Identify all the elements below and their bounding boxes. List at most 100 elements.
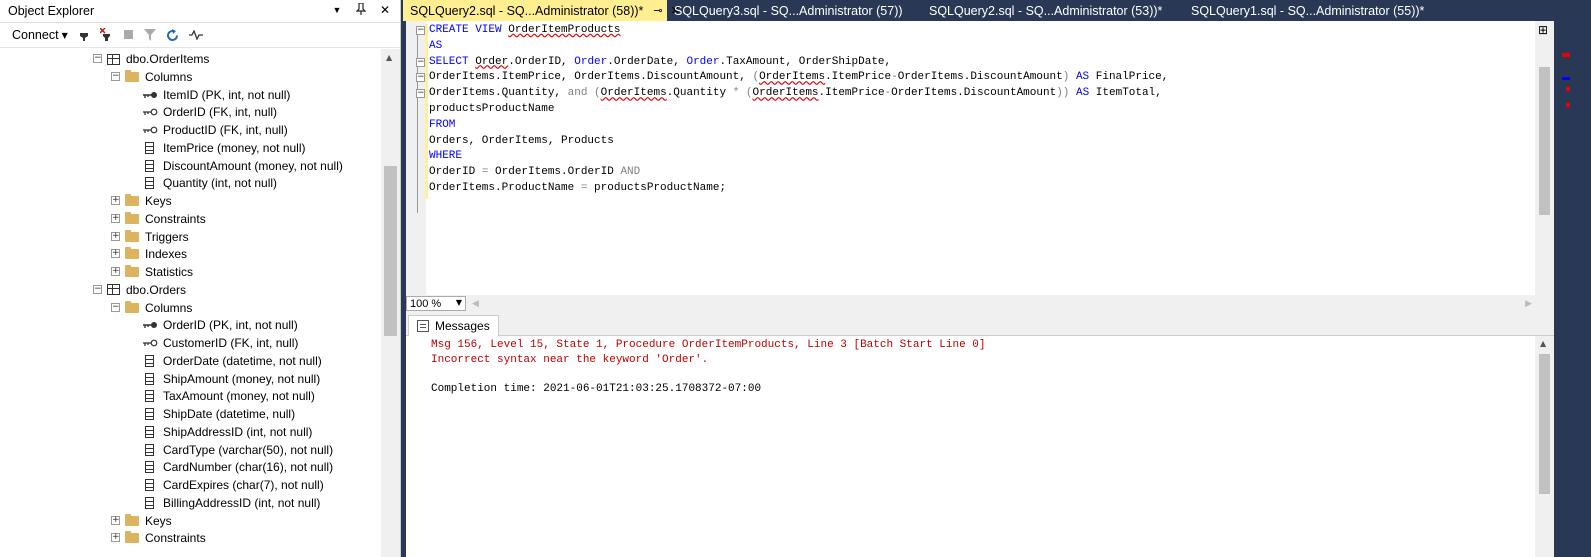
scrollbar-thumb[interactable] (384, 166, 397, 336)
tab-sqlquery3-57[interactable]: SQLQuery3.sql - SQ...Administrator (57)) (667, 0, 903, 21)
expand-icon[interactable]: + (111, 515, 120, 525)
code-token: OrderItems.Quantity, (429, 87, 568, 100)
code-line[interactable]: − OrderItems.Quantity, and (OrderItems.Qu… (416, 86, 1168, 102)
tree-node-folder[interactable]: + Constraints (111, 529, 206, 547)
tree-node-column[interactable]: ShipDate (datetime, null) (143, 405, 295, 423)
tab-sqlquery1-55[interactable]: SQLQuery1.sql - SQ...Administrator (55))… (1184, 0, 1424, 21)
query-editor[interactable]: − CREATE VIEW OrderItemProducts AS − SELECT … (406, 21, 1554, 295)
tree-node-column[interactable]: DiscountAmount (money, not null) (143, 157, 343, 175)
split-window-icon[interactable]: ⊞ (1538, 23, 1548, 37)
expand-icon[interactable]: + (111, 196, 120, 205)
collapse-icon[interactable]: − (93, 284, 102, 294)
tree-node-folder[interactable]: − Columns (111, 299, 192, 317)
code-token: OrderItemProducts (508, 24, 621, 36)
tree-node-column[interactable]: ShipAmount (money, not null) (143, 370, 320, 388)
tree-node-folder[interactable]: + Keys (111, 512, 172, 530)
tab-messages[interactable]: Messages (408, 315, 499, 336)
tree-node-folder[interactable]: + Keys (111, 192, 172, 210)
tree-node-label: Triggers (145, 229, 189, 244)
expand-icon[interactable]: + (111, 213, 120, 223)
fold-collapse-icon[interactable]: − (416, 73, 425, 83)
tree-node-column[interactable]: ShipAddressID (int, not null) (143, 423, 312, 441)
tree-node-folder[interactable]: + Constraints (111, 210, 206, 228)
tree-node-column[interactable]: OrderID (PK, int, not null) (143, 316, 298, 334)
scrollbar-thumb[interactable] (1539, 67, 1550, 215)
tree-node-label: CustomerID (FK, int, null) (163, 336, 299, 350)
tree-node-folder[interactable]: + Indexes (111, 245, 187, 263)
expand-icon[interactable]: + (111, 249, 120, 259)
code-line[interactable]: − SELECT Order.OrderID, Order.OrderDate, … (416, 55, 1168, 71)
tab-pin-icon[interactable]: ⊸ (653, 4, 662, 17)
code-line[interactable]: WHERE (429, 149, 1168, 165)
tree-node-column[interactable]: TaxAmount (money, not null) (143, 387, 315, 405)
refresh-icon[interactable] (166, 28, 179, 42)
messages-scrollbar[interactable]: ▲ (1535, 336, 1554, 557)
code-line[interactable]: AS (429, 39, 1168, 55)
sql-code[interactable]: − CREATE VIEW OrderItemProducts AS − SELECT … (416, 23, 1168, 197)
tree-node-table[interactable]: − dbo.Orders (93, 281, 186, 299)
connect-button[interactable]: Connect ▼ (12, 28, 68, 42)
filter-icon[interactable] (143, 29, 156, 41)
object-explorer-scrollbar[interactable]: ▲ (381, 49, 400, 557)
tree-node-column[interactable]: Quantity (int, not null) (143, 174, 277, 192)
tree-node-column[interactable]: BillingAddressID (int, not null) (143, 494, 320, 512)
tree-node-folder[interactable]: + Statistics (111, 263, 193, 281)
expand-icon[interactable]: + (111, 533, 120, 543)
tab-sqlquery2-58[interactable]: SQLQuery2.sql - SQ...Administrator (58))… (403, 0, 680, 21)
tab-label: SQLQuery3.sql - SQ...Administrator (57)) (674, 3, 903, 18)
folder-icon (125, 513, 139, 526)
code-line[interactable]: OrderItems.ProductName = productsProduct… (429, 181, 1168, 197)
code-token: .OrderDate, (607, 55, 687, 68)
code-line[interactable]: − CREATE VIEW OrderItemProducts (416, 23, 1168, 39)
fold-collapse-icon[interactable]: − (416, 57, 425, 67)
code-line[interactable]: − OrderItems.ItemPrice, OrderItems.Discou… (416, 70, 1168, 86)
code-token: Order (686, 55, 720, 68)
scroll-left-icon[interactable]: ◀ (472, 299, 479, 309)
tree-node-column[interactable]: CardNumber (char(16), not null) (143, 458, 333, 476)
collapse-icon[interactable]: − (111, 71, 120, 81)
pin-icon[interactable] (354, 2, 368, 18)
stop-icon[interactable] (123, 30, 134, 40)
fold-collapse-icon[interactable]: − (416, 89, 425, 99)
column-icon (145, 177, 154, 190)
code-line[interactable]: FROM (429, 118, 1168, 134)
tree-node-column[interactable]: CardType (varchar(50), not null) (143, 441, 333, 459)
collapse-icon[interactable]: − (93, 54, 102, 63)
activity-monitor-icon[interactable] (188, 30, 203, 40)
zoom-select[interactable]: 100 % ▼ (406, 296, 466, 311)
tree-node-column[interactable]: ProductID (FK, int, null) (143, 121, 288, 139)
tree-node-column[interactable]: OrderDate (datetime, not null) (143, 352, 322, 370)
code-token: .Quantity (666, 87, 733, 100)
tree-node-folder[interactable]: − Columns (111, 68, 192, 86)
code-line[interactable]: OrderID = OrderItems.OrderID AND (429, 165, 1168, 181)
tree-node-folder[interactable]: + Triggers (111, 228, 189, 246)
connect-plug-icon[interactable] (78, 28, 90, 42)
fold-collapse-icon[interactable]: − (416, 26, 425, 35)
code-token: WHERE (429, 150, 463, 163)
scroll-right-icon[interactable]: ▶ (1525, 299, 1532, 309)
tree-node-column[interactable]: ItemID (PK, int, not null) (143, 86, 290, 104)
disconnect-icon[interactable] (99, 28, 114, 42)
tree-node-column[interactable]: CustomerID (FK, int, null) (143, 334, 298, 352)
close-icon[interactable]: ✕ (378, 3, 392, 18)
collapse-icon[interactable]: − (111, 302, 120, 312)
code-line[interactable]: Orders, OrderItems, Products (429, 134, 1168, 150)
messages-pane[interactable]: Msg 156, Level 15, State 1, Procedure Or… (406, 336, 1554, 557)
code-token: Order (475, 55, 509, 68)
expand-icon[interactable]: + (111, 267, 120, 276)
scrollbar-thumb[interactable] (1539, 354, 1550, 494)
code-token: FROM (429, 118, 456, 131)
tree-node-column[interactable]: CardExpires (char(7), not null) (143, 476, 324, 494)
code-line[interactable]: productsProductName (429, 102, 1168, 118)
scroll-up-icon[interactable]: ▲ (386, 53, 392, 62)
primary-key-icon (143, 321, 158, 329)
editor-vertical-scrollbar[interactable]: ⊞ (1535, 21, 1554, 295)
panel-dropdown-icon[interactable]: ▼ (330, 3, 344, 18)
tree-node-column[interactable]: ItemPrice (money, not null) (143, 139, 306, 157)
scroll-up-icon[interactable]: ▲ (1540, 339, 1546, 348)
tree-node-column[interactable]: OrderID (FK, int, null) (143, 103, 277, 121)
tree-node-table[interactable]: − dbo.OrderItems (93, 50, 209, 68)
code-token: ItemTotal, (1095, 87, 1162, 100)
tab-sqlquery2-53[interactable]: SQLQuery2.sql - SQ...Administrator (53))… (922, 0, 1162, 21)
expand-icon[interactable]: + (111, 231, 120, 241)
